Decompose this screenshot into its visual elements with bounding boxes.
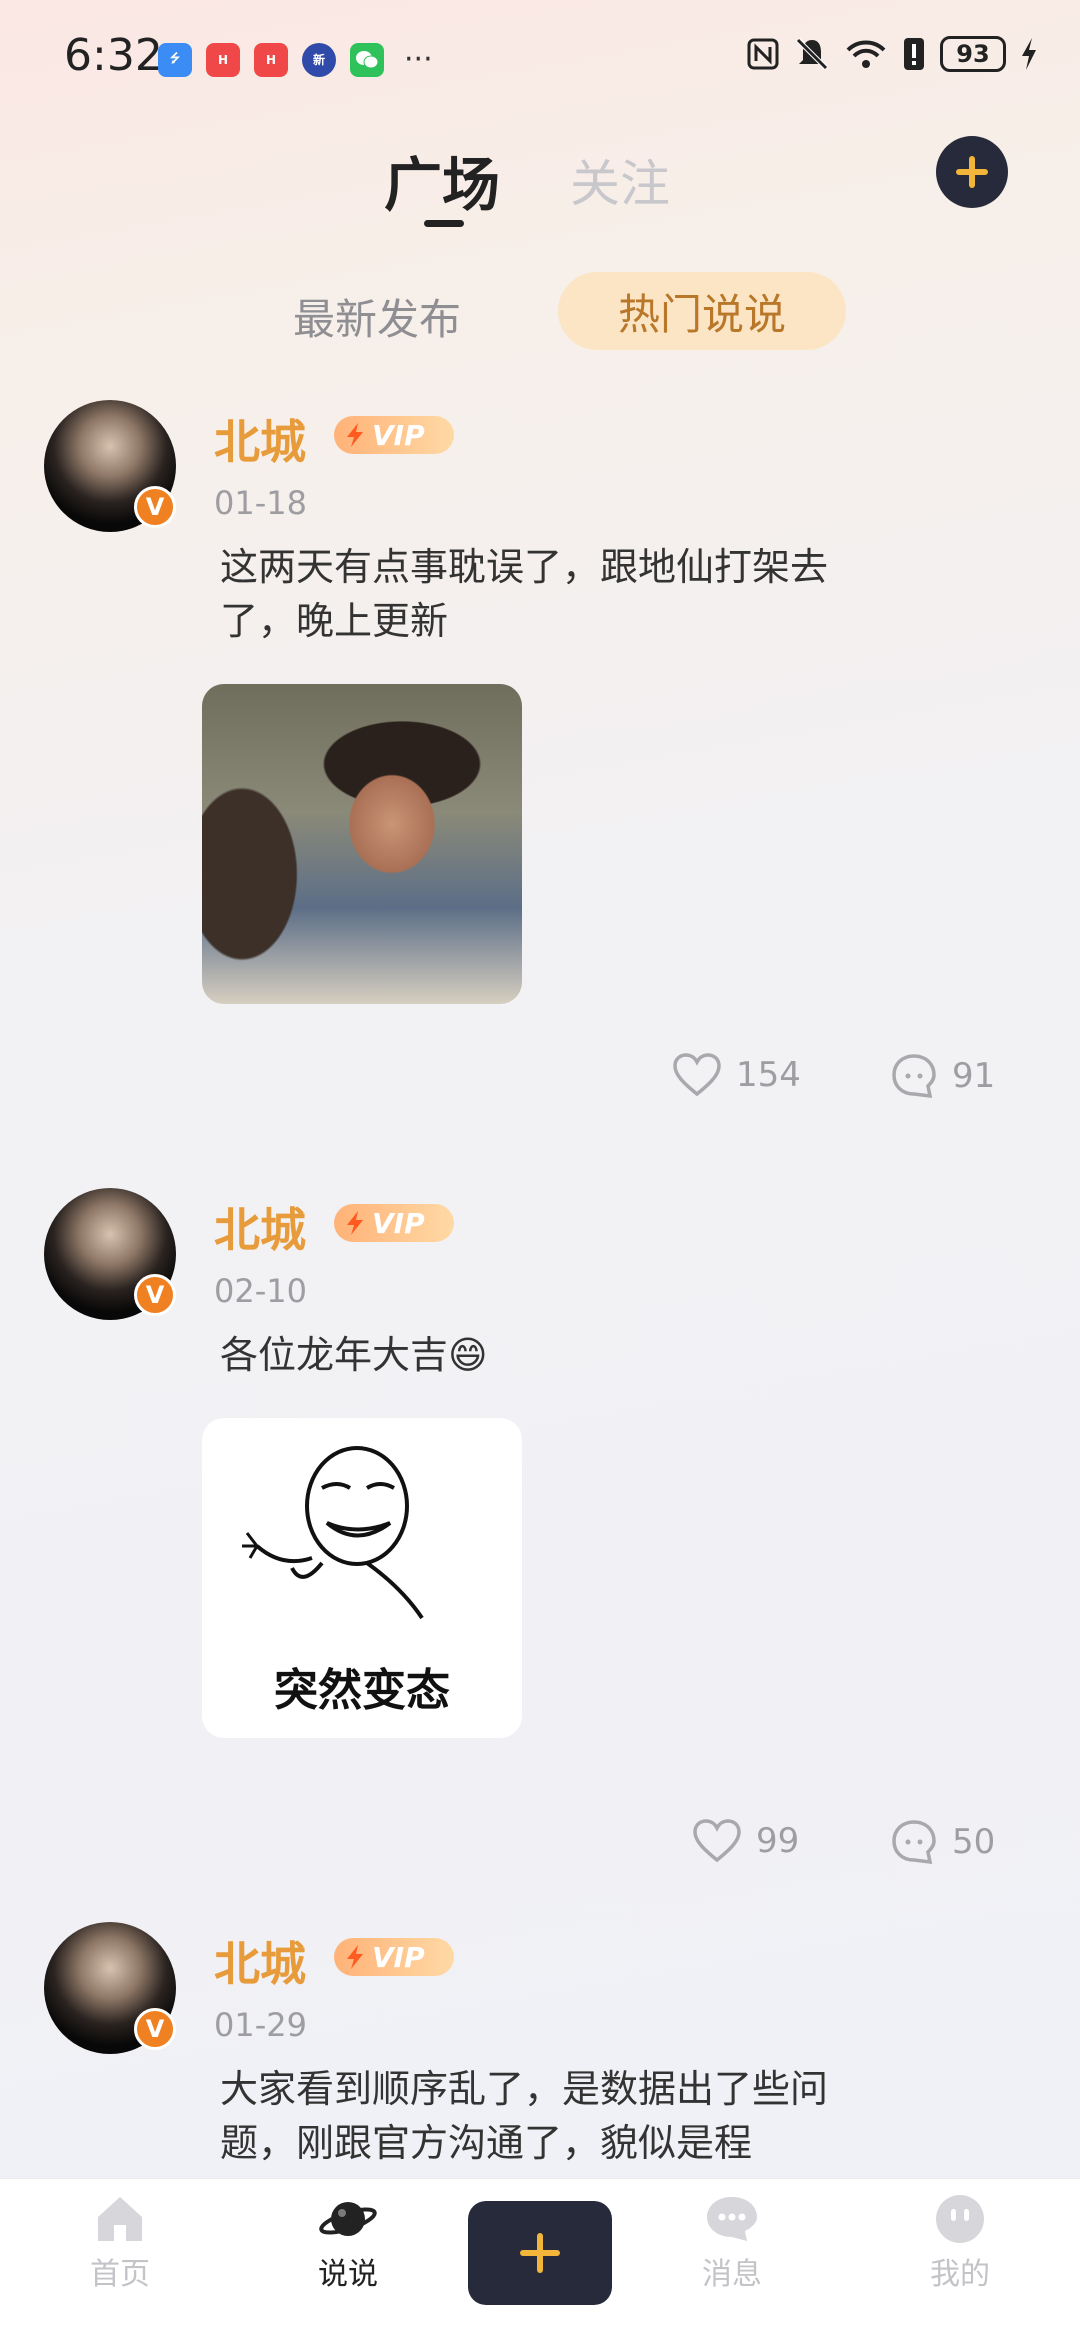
usb-icon: ⭍ (158, 42, 192, 77)
add-post-button[interactable] (936, 136, 1008, 208)
nav-profile[interactable]: 我的 (900, 2193, 1020, 2293)
post-text: 这两天有点事耽误了，跟地仙打架去了，晚上更新 (220, 545, 829, 643)
active-tab-indicator (424, 220, 464, 227)
comment-button[interactable]: 91 (890, 1052, 995, 1100)
meme-face-illustration (242, 1446, 424, 1620)
sub-tab-hot[interactable]: 热门说说 (558, 272, 846, 350)
post-username[interactable]: 北城 (214, 1194, 306, 1260)
wifi-icon (846, 40, 886, 68)
sina-news-icon: 新 (302, 42, 336, 77)
like-button[interactable]: 154 (672, 1052, 801, 1098)
status-bar: 6:32 ⭍ H H 新 ··· 93 (0, 0, 1080, 120)
plus-icon (956, 156, 988, 188)
tab-square[interactable]: 广场 (384, 138, 500, 222)
wechat-icon (350, 42, 384, 77)
post-actions: 99 50 (0, 1818, 1080, 1878)
comment-button[interactable]: 50 (890, 1818, 995, 1866)
sub-tab-latest[interactable]: 最新发布 (293, 286, 461, 347)
home-icon (98, 2197, 142, 2241)
chat-bubble-icon (707, 2197, 757, 2241)
post-date: 01-18 (214, 484, 307, 522)
vip-label: VIP (372, 418, 425, 452)
notification-icons: ⭍ H H 新 ··· (158, 42, 433, 77)
status-right: 93 (746, 36, 1038, 72)
comment-icon (892, 1054, 936, 1099)
vip-label: VIP (372, 1206, 425, 1240)
like-button[interactable]: 99 (692, 1818, 799, 1864)
post-username[interactable]: 北城 (214, 1928, 306, 1994)
post-card[interactable]: V 北城 VIP 01-29 大家看到顺序乱了，是数据出了些问题，刚跟官方沟通了… (0, 1922, 1080, 2178)
nav-home[interactable]: 首页 (60, 2193, 180, 2293)
nfc-icon (747, 38, 779, 70)
verified-badge-icon: V (134, 1274, 176, 1316)
post-image[interactable] (202, 684, 522, 1004)
lightning-icon (347, 1211, 363, 1235)
verified-badge-icon: V (134, 486, 176, 528)
nav-home-label: 首页 (90, 2257, 150, 2292)
tab-follow[interactable]: 关注 (570, 144, 670, 216)
post-date: 02-10 (214, 1272, 307, 1310)
battery-indicator: 93 (940, 36, 1006, 72)
post-actions: 154 91 (0, 1052, 1080, 1112)
heart-icon (693, 1819, 741, 1863)
planet-icon (319, 2202, 377, 2236)
nav-moments[interactable]: 说说 (288, 2193, 408, 2293)
comment-count: 91 (952, 1056, 996, 1096)
vip-badge: VIP (334, 1938, 454, 1976)
lightning-icon (347, 423, 363, 447)
heart-icon (673, 1053, 721, 1097)
sub-tabs: 最新发布 热门说说 (0, 272, 1080, 352)
lightning-icon (347, 1945, 363, 1969)
post-text: 大家看到顺序乱了，是数据出了些问题，刚跟官方沟通了，貌似是程 (220, 2067, 829, 2165)
alert-icon (904, 38, 924, 70)
plus-icon (520, 2233, 560, 2273)
charging-icon (1022, 38, 1036, 70)
like-count: 154 (736, 1055, 801, 1095)
nav-messages-label: 消息 (702, 2257, 762, 2292)
more-notifications-icon: ··· (404, 42, 433, 77)
comment-count: 50 (952, 1822, 996, 1862)
huawei-app-icon-2: H (254, 42, 288, 77)
post-date: 01-29 (214, 2006, 307, 2044)
post-text: 各位龙年大吉😄 (220, 1333, 488, 1377)
status-time: 6:32 (64, 30, 163, 81)
post-username[interactable]: 北城 (214, 406, 306, 472)
comment-icon (892, 1820, 936, 1865)
nav-moments-label: 说说 (318, 2257, 378, 2292)
verified-badge-icon: V (134, 2008, 176, 2050)
post-card[interactable]: V 北城 VIP 01-18 这两天有点事耽误了，跟地仙打架去了，晚上更新 15… (0, 400, 1080, 1140)
bottom-nav: 首页 说说 消息 我的 (0, 2178, 1080, 2340)
top-tabs: 广场 关注 (0, 128, 1080, 238)
nav-create-button[interactable] (468, 2201, 612, 2305)
vip-badge: VIP (334, 416, 454, 454)
vip-badge: VIP (334, 1204, 454, 1242)
meme-caption: 突然变态 (274, 1665, 450, 1716)
post-card[interactable]: V 北城 VIP 02-10 各位龙年大吉😄 突然变态 99 50 (0, 1188, 1080, 1868)
post-image[interactable]: 突然变态 (202, 1418, 522, 1738)
vip-label: VIP (372, 1940, 425, 1974)
huawei-app-icon: H (206, 42, 240, 77)
nav-profile-label: 我的 (930, 2257, 990, 2292)
nav-messages[interactable]: 消息 (672, 2193, 792, 2293)
like-count: 99 (756, 1821, 800, 1861)
mute-bell-icon (796, 38, 828, 70)
profile-face-icon (936, 2195, 984, 2243)
